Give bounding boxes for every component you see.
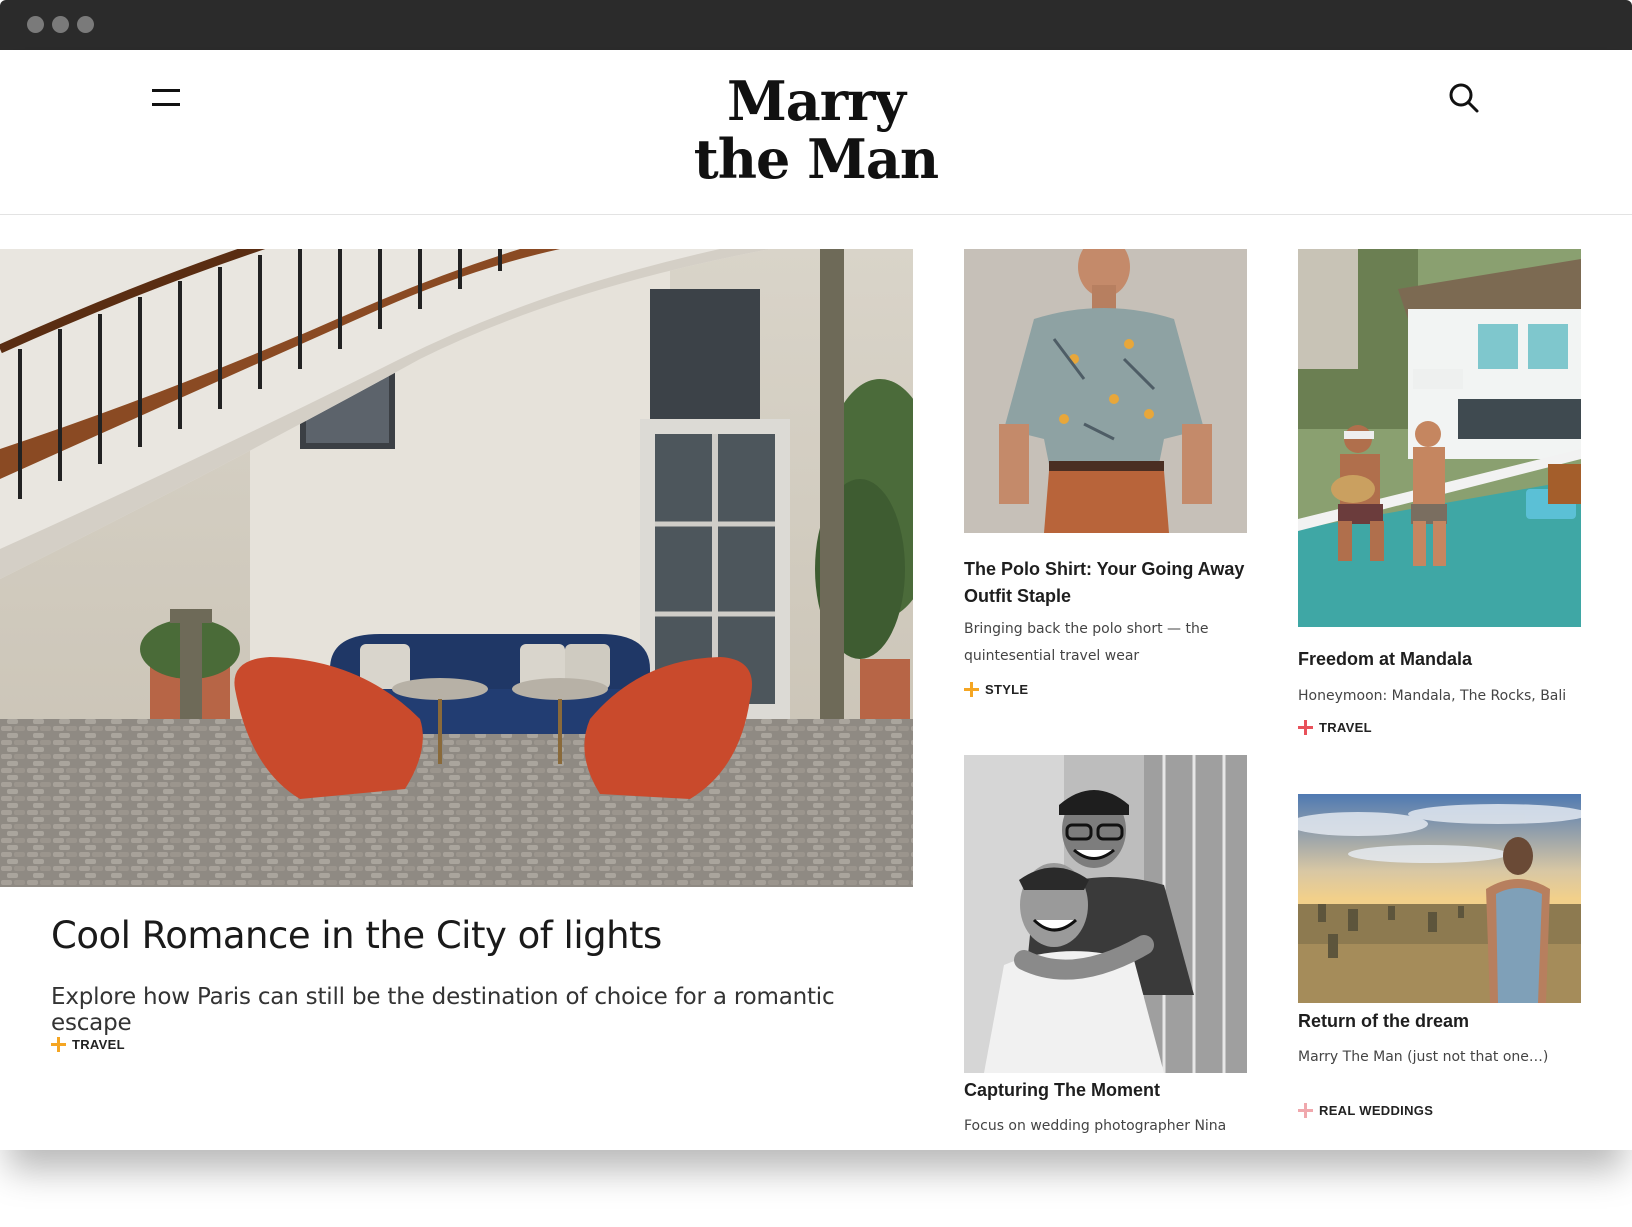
card-title-line-1: The Polo Shirt: Your Going Away xyxy=(964,559,1245,579)
card-title-mandala[interactable]: Freedom at Mandala xyxy=(1298,646,1581,673)
card-desc-capturing-moment: Focus on wedding photographer Nina xyxy=(964,1118,1227,1134)
card-desc-line-2: quintesential travel wear xyxy=(964,648,1140,664)
card-image-polo-shirt[interactable] xyxy=(964,249,1247,533)
card-title-return-of-dream[interactable]: Return of the dream xyxy=(1298,1008,1581,1035)
card-desc-line-1: Bringing back the polo short — the xyxy=(964,621,1209,637)
card-tag-travel[interactable]: TRAVEL xyxy=(1298,720,1372,735)
plus-icon xyxy=(964,682,979,697)
card-image-mandala[interactable] xyxy=(1298,249,1581,627)
plus-icon xyxy=(1298,720,1313,735)
hamburger-menu-icon[interactable] xyxy=(150,84,182,112)
hero-image-paris-courtyard[interactable] xyxy=(0,249,913,887)
card-title-capturing-moment[interactable]: Capturing The Moment xyxy=(964,1077,1247,1104)
card-title-polo-shirt[interactable]: The Polo Shirt: Your Going Away Outfit S… xyxy=(964,556,1247,610)
card-tag-real-weddings[interactable]: REAL WEDDINGS xyxy=(1298,1103,1433,1118)
card-desc-polo-shirt: Bringing back the polo short — the quint… xyxy=(964,616,1247,670)
card-tag-label: STYLE xyxy=(985,682,1029,697)
hero-tag[interactable]: TRAVEL xyxy=(51,1037,125,1052)
site-header: Marry the Man xyxy=(0,50,1632,215)
browser-title-bar xyxy=(0,0,1632,50)
logo-line-1: Marry xyxy=(726,69,906,133)
window-maximize-button[interactable] xyxy=(77,16,94,33)
card-image-capturing-moment[interactable] xyxy=(964,755,1247,1073)
card-tag-label: REAL WEDDINGS xyxy=(1319,1103,1434,1118)
page-viewport: Marry the Man Cool Romance in the City o… xyxy=(0,50,1632,1150)
hero-tag-label: TRAVEL xyxy=(72,1037,125,1052)
card-tag-style[interactable]: STYLE xyxy=(964,682,1028,697)
card-title-line-2: Outfit Staple xyxy=(964,586,1071,606)
card-desc-return-of-dream: Marry The Man (just not that one…) xyxy=(1298,1049,1549,1065)
card-desc-mandala: Honeymoon: Mandala, The Rocks, Bali xyxy=(1298,688,1567,704)
window-minimize-button[interactable] xyxy=(52,16,69,33)
window-close-button[interactable] xyxy=(27,16,44,33)
hero-title[interactable]: Cool Romance in the City of lights xyxy=(51,914,891,957)
card-image-return-of-dream[interactable] xyxy=(1298,794,1581,1003)
plus-icon xyxy=(51,1037,66,1052)
search-icon[interactable] xyxy=(1446,80,1482,116)
plus-icon xyxy=(1298,1103,1313,1118)
hero-description: Explore how Paris can still be the desti… xyxy=(51,984,835,1036)
logo-line-2: the Man xyxy=(693,127,939,191)
card-tag-label: TRAVEL xyxy=(1319,720,1372,735)
site-logo[interactable]: Marry the Man xyxy=(616,72,1016,188)
